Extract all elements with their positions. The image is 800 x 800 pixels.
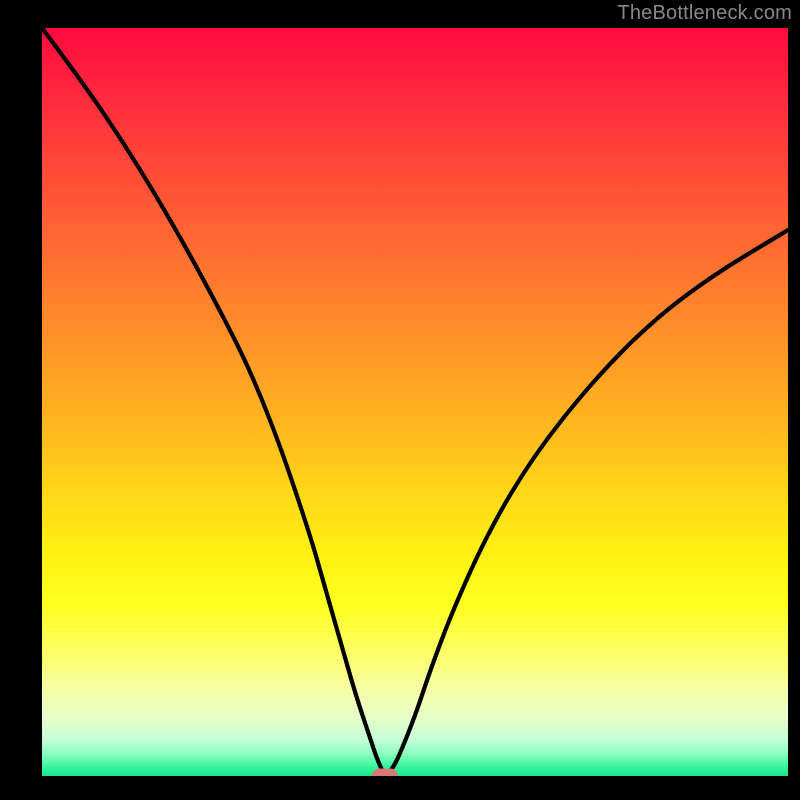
watermark-text: TheBottleneck.com	[617, 2, 792, 25]
plot-area	[42, 28, 788, 776]
curve-layer	[42, 28, 788, 776]
bottleneck-curve	[42, 28, 788, 774]
optimal-point-marker	[372, 769, 398, 777]
chart-frame: TheBottleneck.com	[0, 0, 800, 800]
